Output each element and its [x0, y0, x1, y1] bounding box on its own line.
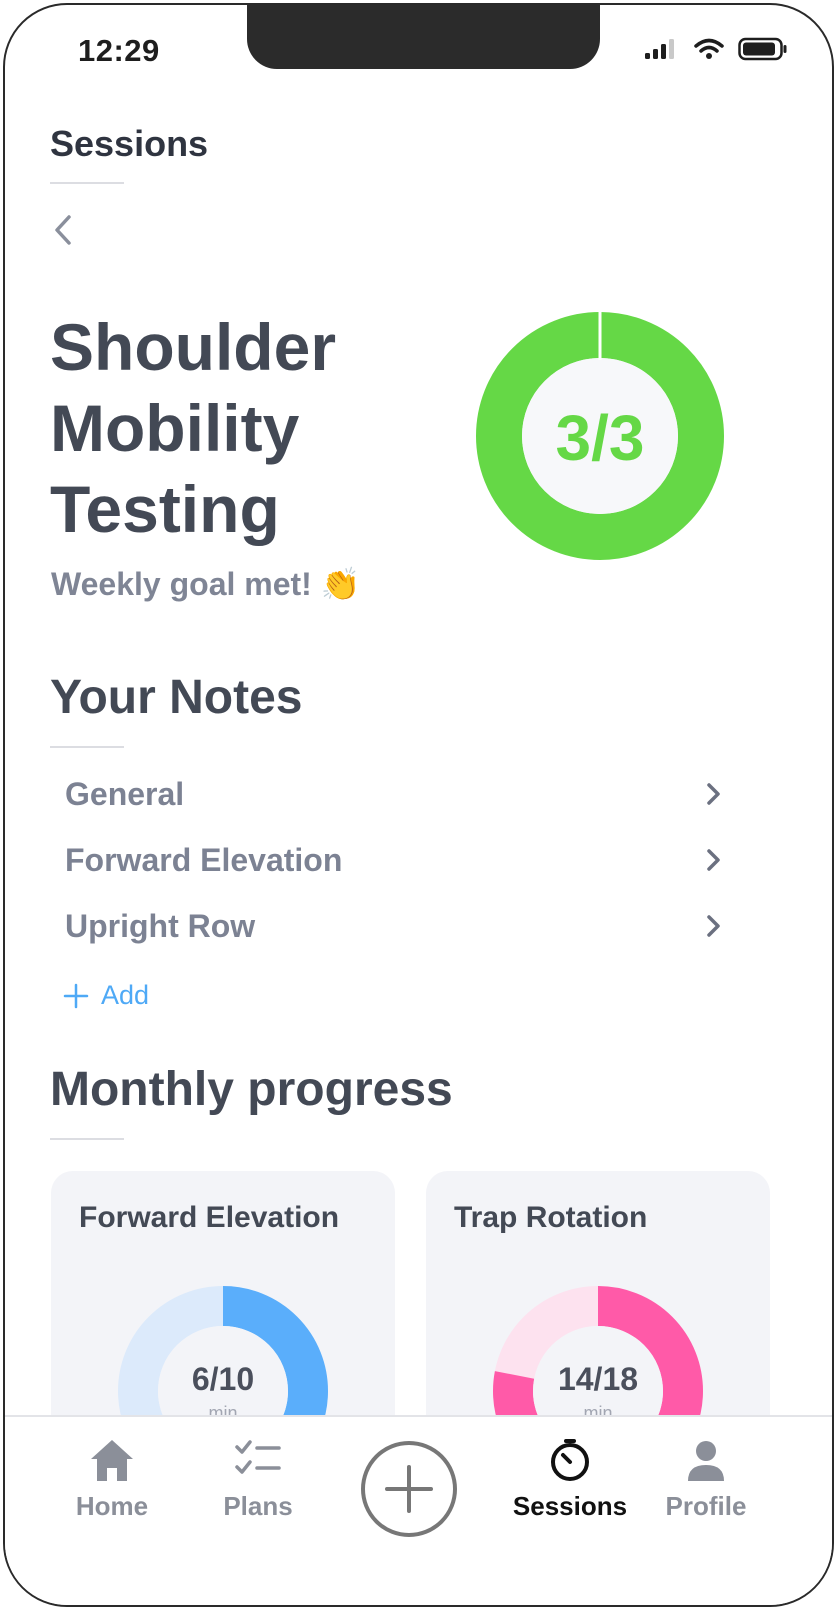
tab-label: Sessions: [512, 1491, 628, 1521]
signal-icon: [645, 39, 674, 59]
add-note-button[interactable]: Add: [63, 980, 149, 1011]
plus-icon: [385, 1465, 433, 1513]
bottom-tab-bar: Home Plans Sessions Profile: [5, 1415, 832, 1605]
tab-home[interactable]: Home: [47, 1437, 177, 1522]
chevron-right-icon: [707, 783, 720, 805]
note-item-general[interactable]: General: [65, 766, 725, 822]
divider: [50, 746, 124, 748]
monthly-card-forward-elevation[interactable]: Forward Elevation 6/10 min: [51, 1171, 395, 1496]
wifi-icon: [694, 38, 724, 59]
notes-title: Your Notes: [50, 671, 303, 724]
camera-notch: [247, 5, 600, 69]
monthly-card-trap-rotation[interactable]: Trap Rotation 14/18 min: [426, 1171, 770, 1496]
plus-icon: [63, 983, 89, 1008]
chevron-right-icon: [707, 849, 720, 871]
home-icon: [91, 1440, 133, 1481]
chevron-left-icon: [55, 215, 71, 245]
divider: [50, 1138, 124, 1140]
tab-profile[interactable]: Profile: [641, 1437, 771, 1522]
progress-ring-label: 3/3: [556, 402, 645, 474]
tab-plans[interactable]: Plans: [193, 1437, 323, 1522]
note-item-forward-elevation[interactable]: Forward Elevation: [65, 832, 725, 888]
chevron-right-icon: [707, 915, 720, 937]
card-title: Trap Rotation: [454, 1201, 648, 1234]
tab-label: Plans: [223, 1491, 293, 1521]
card-value: 14/18: [557, 1361, 639, 1397]
add-session-button[interactable]: [361, 1441, 457, 1537]
back-button[interactable]: [49, 212, 79, 248]
status-icons: [644, 37, 788, 61]
battery-icon: [738, 37, 787, 61]
note-item-label: Upright Row: [65, 907, 256, 944]
monthly-progress-title: Monthly progress: [50, 1063, 453, 1116]
goal-message: Weekly goal met! 👏: [51, 566, 361, 602]
card-value: 6/10: [191, 1361, 255, 1397]
status-time: 12:29: [78, 33, 160, 68]
session-title-line: Shoulder: [50, 310, 337, 384]
note-item-label: General: [65, 775, 185, 812]
person-icon: [688, 1441, 724, 1481]
session-title-line: Mobility: [50, 391, 300, 465]
note-item-upright-row[interactable]: Upright Row: [65, 898, 725, 954]
add-note-label: Add: [101, 980, 150, 1010]
tab-sessions[interactable]: Sessions: [505, 1437, 635, 1522]
divider: [50, 182, 124, 184]
phone-frame: 12:29 Sessions Shoulder Mobility Testing…: [3, 3, 834, 1607]
note-item-label: Forward Elevation: [65, 841, 343, 878]
card-title: Forward Elevation: [79, 1201, 340, 1234]
page-title: Sessions: [50, 123, 209, 164]
timer-icon: [551, 1439, 589, 1481]
checklist-icon: [235, 1440, 281, 1474]
weekly-progress-ring: 3/3: [472, 308, 728, 564]
tab-label: Home: [75, 1491, 149, 1521]
tab-label: Profile: [665, 1491, 747, 1521]
session-title: Shoulder Mobility Testing: [50, 307, 450, 550]
session-title-line: Testing: [50, 472, 280, 546]
